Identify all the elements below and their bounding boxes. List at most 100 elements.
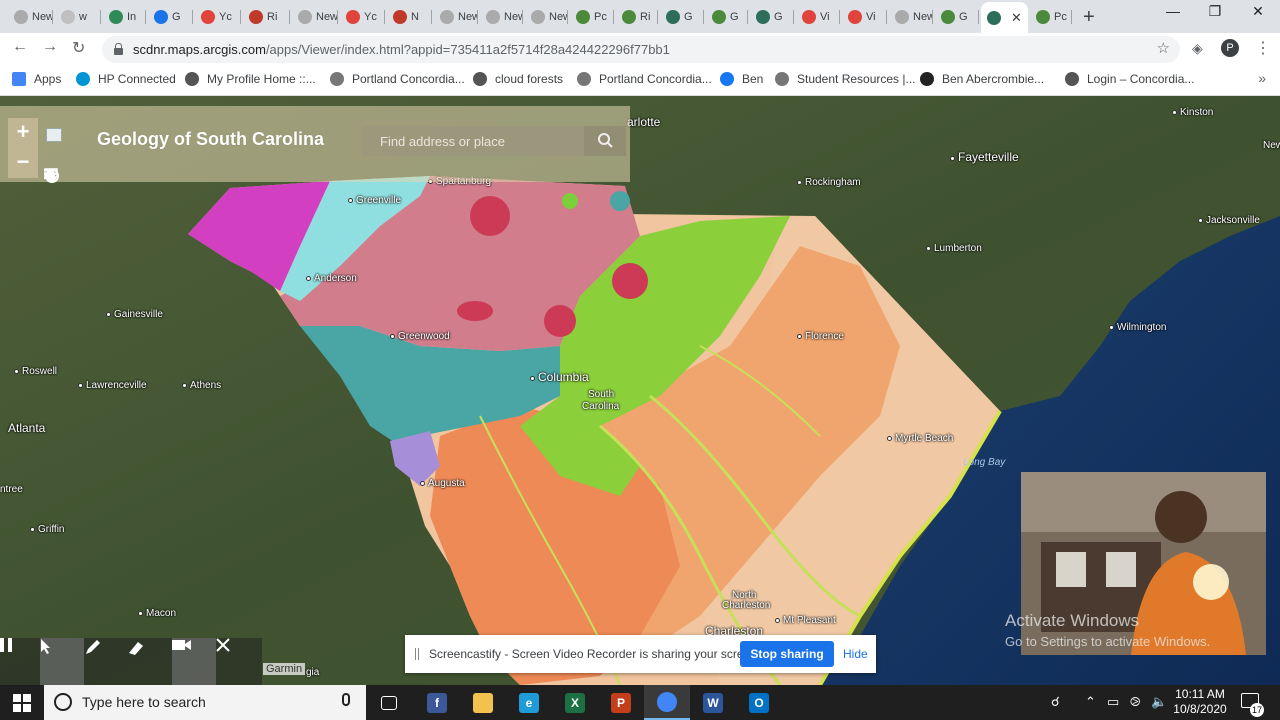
bookmark-item[interactable]: cloud forests xyxy=(473,72,563,86)
reload-icon[interactable]: ↻ xyxy=(72,38,85,58)
browser-tab[interactable]: New T xyxy=(292,4,338,30)
cursor-icon[interactable] xyxy=(40,638,84,685)
outlook-taskbar-button[interactable]: O xyxy=(736,685,782,720)
tab-favicon-icon xyxy=(622,10,636,24)
browser-tab[interactable]: Vi xyxy=(796,4,840,30)
file-explorer-taskbar-button[interactable] xyxy=(460,685,506,720)
browser-tab[interactable]: ✕ xyxy=(981,2,1028,33)
browser-tab[interactable]: Ri xyxy=(243,4,290,30)
eraser-icon[interactable] xyxy=(128,638,172,685)
chevron-up-icon[interactable]: ⌃ xyxy=(1085,694,1096,710)
city-label: gia xyxy=(306,667,319,678)
volume-icon[interactable]: 🔈 xyxy=(1151,694,1167,710)
more-bookmarks-icon[interactable]: » xyxy=(1258,70,1266,86)
bookmark-item[interactable]: Apps xyxy=(12,72,61,86)
browser-tab[interactable]: w xyxy=(55,4,101,30)
zoom-out-button[interactable]: − xyxy=(8,148,38,178)
bookmark-item[interactable]: My Profile Home ::... xyxy=(185,72,316,86)
tab-label: G xyxy=(684,11,693,23)
map-view[interactable]: arlotte Fayetteville Kinston New Rockingham J… xyxy=(0,96,1280,685)
browser-tab[interactable]: G xyxy=(750,4,794,30)
browser-tab[interactable]: G xyxy=(706,4,748,30)
edge-taskbar-button[interactable]: e xyxy=(506,685,552,720)
pen-icon[interactable] xyxy=(84,638,128,685)
browser-tab[interactable]: New T xyxy=(525,4,568,30)
word-taskbar-button[interactable]: W xyxy=(690,685,736,720)
browser-tab[interactable]: Ri xyxy=(616,4,658,30)
browser-tab[interactable]: Yc xyxy=(195,4,241,30)
hide-button[interactable]: Hide xyxy=(843,647,868,661)
stop-sharing-button[interactable]: Stop sharing xyxy=(740,641,834,667)
drag-handle-icon[interactable] xyxy=(415,648,419,660)
browser-tab[interactable]: N xyxy=(387,4,432,30)
tab-label: New T xyxy=(913,11,933,23)
legend-list-icon[interactable] xyxy=(44,168,110,186)
profile-avatar[interactable]: P xyxy=(1221,39,1239,57)
windows-start-icon[interactable] xyxy=(13,694,31,712)
taskbar-search[interactable]: Type here to search xyxy=(44,685,366,720)
close-icon[interactable] xyxy=(216,638,260,685)
city-label: Lumberton xyxy=(926,243,982,254)
tab-label: N xyxy=(411,11,419,23)
bookmark-item[interactable]: HP Connected xyxy=(76,72,176,86)
tab-favicon-icon xyxy=(531,10,545,24)
browser-tab[interactable]: New T xyxy=(480,4,523,30)
bookmark-item[interactable]: Ben Abercrombie... xyxy=(920,72,1044,86)
search-button[interactable] xyxy=(584,126,626,156)
browser-tab[interactable]: Yc xyxy=(340,4,385,30)
browser-tab[interactable]: G xyxy=(660,4,704,30)
close-window-button[interactable]: ✕ xyxy=(1235,3,1280,20)
address-search-input[interactable] xyxy=(362,126,584,156)
browser-tab[interactable]: Pc xyxy=(570,4,614,30)
back-arrow-icon[interactable]: ← xyxy=(12,38,28,56)
bookmark-item[interactable]: Login – Concordia... xyxy=(1065,72,1194,86)
city-label: ntree xyxy=(0,484,23,495)
powerpoint-taskbar-button[interactable]: P xyxy=(598,685,644,720)
zoom-in-button[interactable]: + xyxy=(8,118,38,148)
url-text[interactable]: scdnr.maps.arcgis.com/apps/Viewer/index.… xyxy=(133,42,670,57)
bookmark-star-icon[interactable]: ☆ xyxy=(1157,39,1170,57)
new-tab-button[interactable]: + xyxy=(1083,6,1095,29)
comment-icon[interactable] xyxy=(44,168,134,186)
lock-icon[interactable] xyxy=(114,43,123,55)
forward-arrow-icon[interactable]: → xyxy=(42,38,58,56)
city-label: Wilmington xyxy=(1109,322,1166,333)
globe-icon xyxy=(1065,72,1079,86)
cortana-icon[interactable] xyxy=(54,693,72,711)
taskbar-search-placeholder: Type here to search xyxy=(82,694,206,710)
task-view-taskbar-button[interactable] xyxy=(366,685,412,720)
address-bar[interactable]: scdnr.maps.arcgis.com/apps/Viewer/index.… xyxy=(102,36,1180,63)
browser-tab[interactable]: In xyxy=(103,4,146,30)
browser-tab[interactable]: New T xyxy=(434,4,478,30)
minimize-button[interactable]: — xyxy=(1150,3,1196,19)
browser-tab[interactable]: Pc xyxy=(1030,4,1072,30)
chrome-menu-icon[interactable]: ⋮ xyxy=(1255,38,1271,58)
bookmark-item[interactable]: Ben xyxy=(720,72,763,86)
pause-icon[interactable] xyxy=(0,638,44,685)
browser-tab[interactable]: New T xyxy=(889,4,933,30)
tab-close-icon[interactable]: ✕ xyxy=(1011,10,1022,26)
extensions-puzzle-icon[interactable]: ◈ xyxy=(1192,40,1203,57)
people-icon[interactable]: ☌ xyxy=(1051,694,1060,710)
excel-taskbar-button[interactable]: X xyxy=(552,685,598,720)
restore-button[interactable]: ❐ xyxy=(1192,3,1238,20)
city-dot-icon xyxy=(926,246,931,251)
browser-tab[interactable]: G xyxy=(935,4,979,30)
camera-icon[interactable] xyxy=(172,638,216,685)
bookmark-item[interactable]: Portland Concordia... xyxy=(577,72,712,86)
bookmark-label: Ben xyxy=(742,72,764,86)
browser-tab[interactable]: New T xyxy=(8,4,53,30)
battery-icon[interactable]: ▭ xyxy=(1107,694,1119,710)
system-clock[interactable]: 10:11 AM 10/8/2020 xyxy=(1170,687,1230,717)
wifi-icon[interactable]: ⧁ xyxy=(1130,694,1140,710)
bookmark-item[interactable]: Student Resources |... xyxy=(775,72,916,86)
microphone-icon[interactable] xyxy=(342,693,350,706)
bb-icon xyxy=(920,72,934,86)
facebook-icon xyxy=(720,72,734,86)
bookmark-item[interactable]: Portland Concordia... xyxy=(330,72,465,86)
browser-tab[interactable]: G xyxy=(148,4,193,30)
facebook-app-taskbar-button[interactable]: f xyxy=(414,685,460,720)
chrome-taskbar-button[interactable] xyxy=(644,685,690,720)
browser-tab[interactable]: Vi xyxy=(842,4,887,30)
locate-icon[interactable] xyxy=(45,168,86,186)
